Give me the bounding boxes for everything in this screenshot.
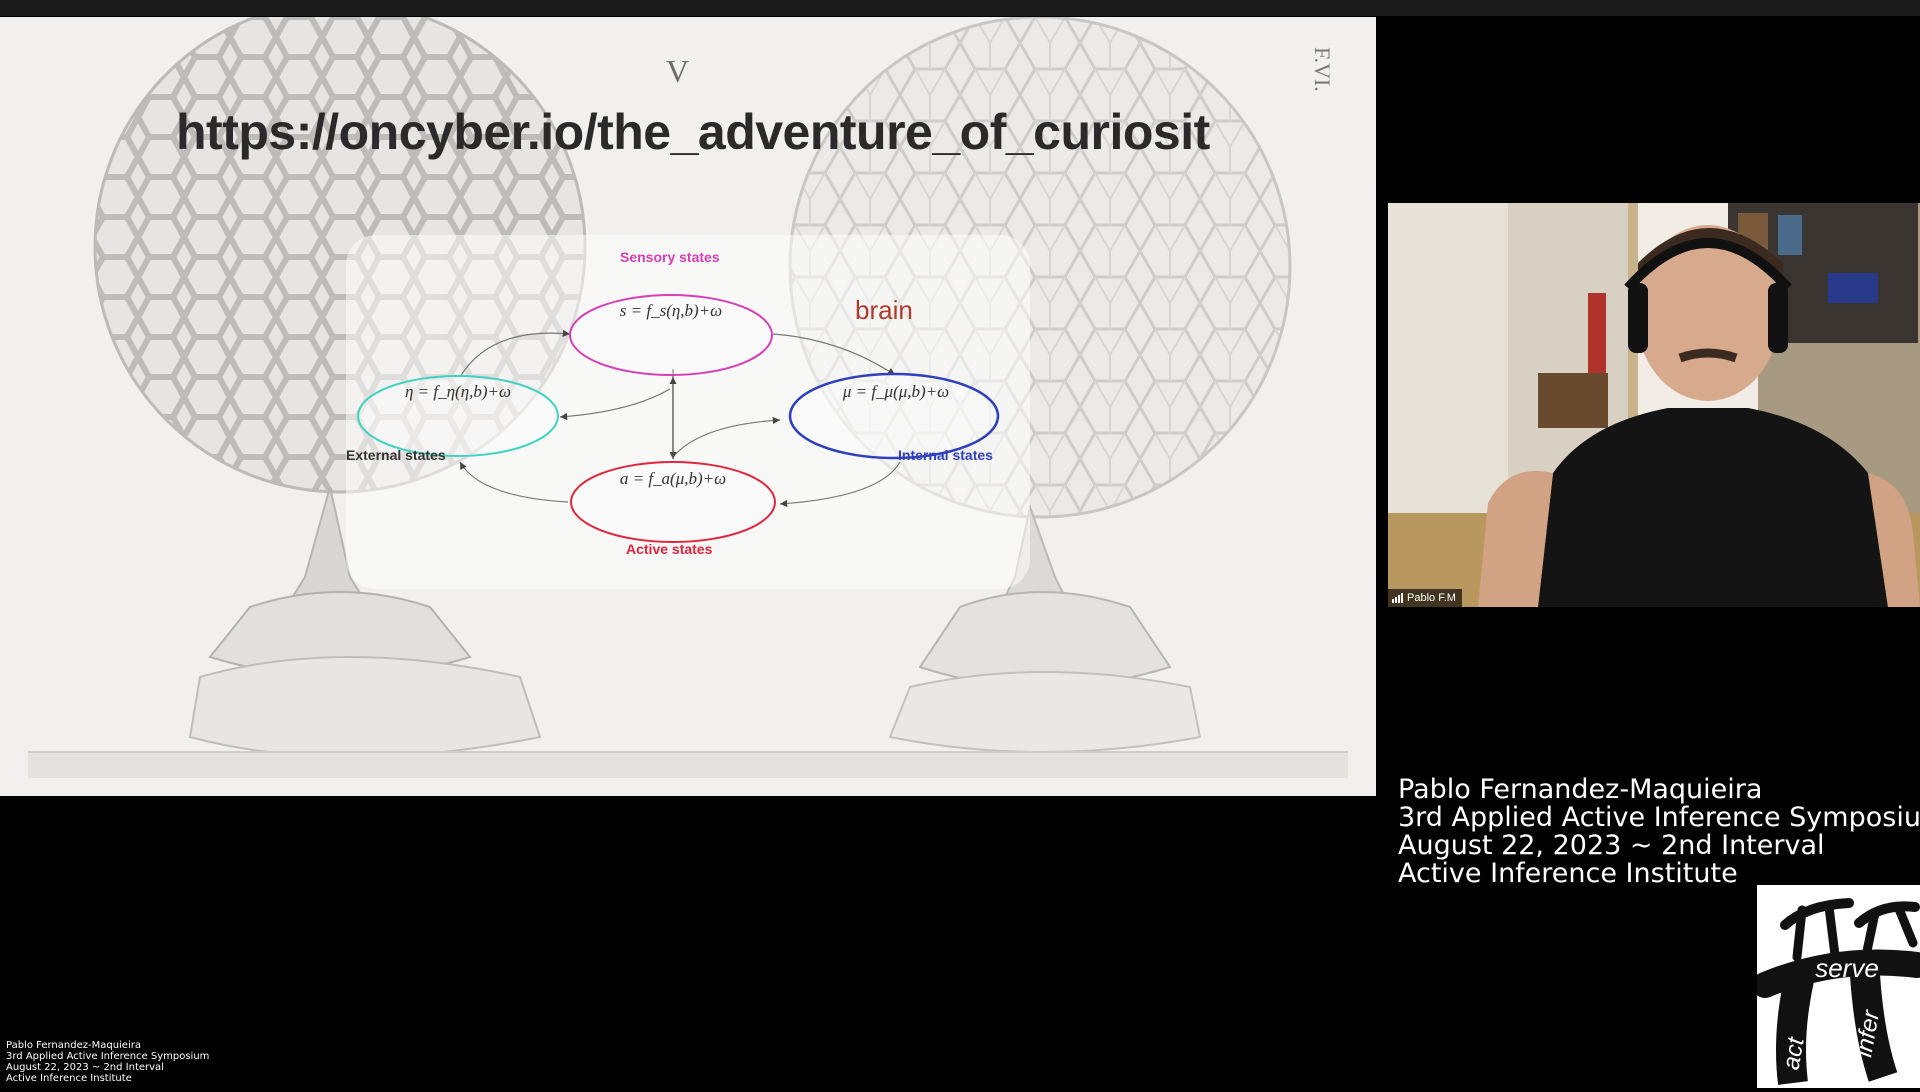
arrow-external-to-sensory (459, 329, 571, 378)
arrow-sensory-to-external (559, 388, 671, 421)
markov-blanket-diagram (357, 294, 1000, 543)
slide-url-text: https://oncyber.io/the_adventure_of_curi… (176, 104, 1210, 160)
active-inference-logo: serve act infer (1752, 885, 1920, 1088)
small-event-caption: Pablo Fernandez-Maquieira 3rd Applied Ac… (6, 1040, 209, 1084)
arrow-active-to-external (459, 461, 569, 503)
logo-act-text: act (1778, 1034, 1810, 1072)
signal-strength-icon (1392, 593, 1403, 603)
sensory-equation: s = f_s(η,b)+ω (619, 301, 723, 320)
participant-name: Pablo F.M (1407, 592, 1456, 604)
participant-video-tile[interactable] (1388, 203, 1920, 607)
webcam-feed (1388, 203, 1920, 607)
shared-slide: V F.VI. https://oncyber.io/the_adventure… (0, 17, 1376, 796)
slide-top-mark: V (666, 53, 690, 89)
caption-event: 3rd Applied Active Inference Symposium (1398, 802, 1920, 833)
active-equation: a = f_a(μ,b)+ω (619, 469, 727, 488)
small-caption-date: August 22, 2023 ~ 2nd Interval (6, 1062, 164, 1073)
internal-equation: μ = f_μ(μ,b)+ω (842, 382, 950, 401)
active-states-label: Active states (626, 541, 713, 557)
plate-numeral: F.VI. (1310, 47, 1335, 92)
small-caption-institute: Active Inference Institute (6, 1073, 132, 1084)
arrow-active-to-internal (672, 416, 781, 458)
pi-logo-icon: serve act infer (1752, 885, 1920, 1088)
small-caption-speaker: Pablo Fernandez-Maquieira (6, 1040, 141, 1051)
sensory-states-label: Sensory states (620, 249, 720, 265)
caption-date: August 22, 2023 ~ 2nd Interval (1398, 830, 1825, 861)
external-states-label: External states (346, 447, 446, 463)
arrow-sensory-to-internal (772, 333, 896, 376)
brain-label: brain (855, 295, 913, 325)
caption-institute: Active Inference Institute (1398, 858, 1738, 889)
caption-speaker: Pablo Fernandez-Maquieira (1398, 774, 1763, 805)
small-caption-event: 3rd Applied Active Inference Symposium (6, 1051, 210, 1062)
internal-states-label: Internal states (898, 447, 993, 463)
participant-name-tag: Pablo F.M (1388, 589, 1462, 607)
event-caption: Pablo Fernandez-Maquieira 3rd Applied Ac… (1398, 776, 1920, 888)
arrow-internal-to-active (779, 461, 901, 508)
external-equation: η = f_η(η,b)+ω (404, 382, 512, 401)
logo-serve-text: serve (1815, 953, 1879, 983)
top-bar (0, 0, 1920, 16)
